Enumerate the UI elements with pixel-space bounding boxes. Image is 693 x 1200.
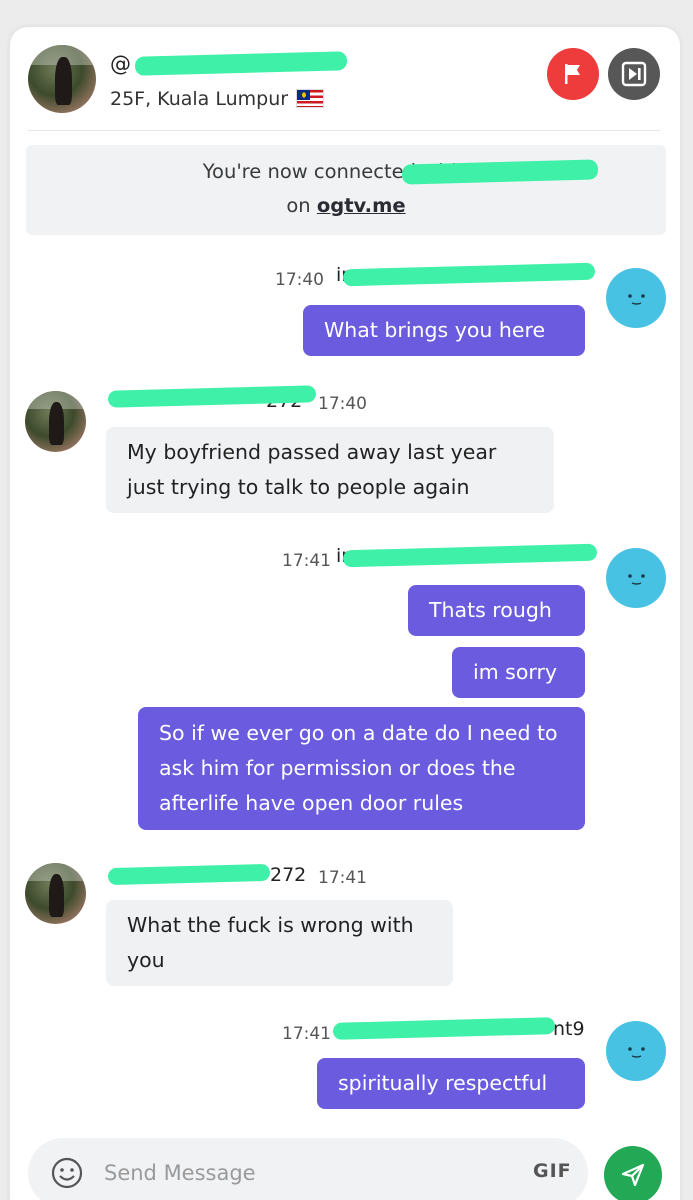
message-input[interactable] (104, 1156, 484, 1190)
partner-location: 25F, Kuala Lumpur (110, 88, 325, 110)
my-avatar (606, 1021, 666, 1081)
outgoing-message[interactable]: So if we ever go on a date do I need to … (138, 707, 585, 830)
partner-avatar[interactable] (25, 391, 86, 452)
partner-avatar[interactable] (28, 45, 96, 113)
message-time: 17:40 (275, 270, 324, 290)
site-link[interactable]: ogtv.me (317, 194, 406, 217)
malaysia-flag-icon (296, 89, 325, 108)
smiley-icon (628, 1047, 645, 1058)
flag-icon (565, 64, 580, 84)
header-divider (28, 130, 660, 131)
message-composer: GIF (28, 1138, 588, 1200)
incoming-message[interactable]: What the fuck is wrong with you (106, 900, 453, 986)
my-avatar (606, 548, 666, 608)
message-time: 17:41 (282, 1024, 331, 1044)
smiley-icon (628, 294, 645, 305)
message-time: 17:41 (318, 868, 367, 888)
my-avatar (606, 268, 666, 328)
skip-button[interactable] (608, 48, 660, 100)
gif-button[interactable]: GIF (533, 1160, 572, 1182)
incoming-message[interactable]: My boyfriend passed away last year just … (106, 427, 554, 513)
message-username: 272 (270, 864, 307, 886)
send-button[interactable] (604, 1146, 662, 1200)
outgoing-message[interactable]: Thats rough (408, 585, 585, 636)
report-button[interactable] (547, 48, 599, 100)
send-icon (621, 1163, 645, 1187)
emoji-icon[interactable] (50, 1156, 84, 1190)
skip-icon (621, 61, 647, 87)
outgoing-message[interactable]: im sorry (452, 647, 585, 698)
smiley-icon (628, 574, 645, 585)
outgoing-message[interactable]: What brings you here (303, 305, 585, 356)
partner-handle: @ (110, 52, 131, 76)
partner-avatar[interactable] (25, 863, 86, 924)
message-time: 17:40 (318, 394, 367, 414)
outgoing-message[interactable]: spiritually respectful (317, 1058, 585, 1109)
message-username: nt9 (553, 1018, 585, 1040)
connection-notice: You're now connected with @ on ogtv.me (26, 145, 666, 235)
message-time: 17:41 (282, 551, 331, 571)
